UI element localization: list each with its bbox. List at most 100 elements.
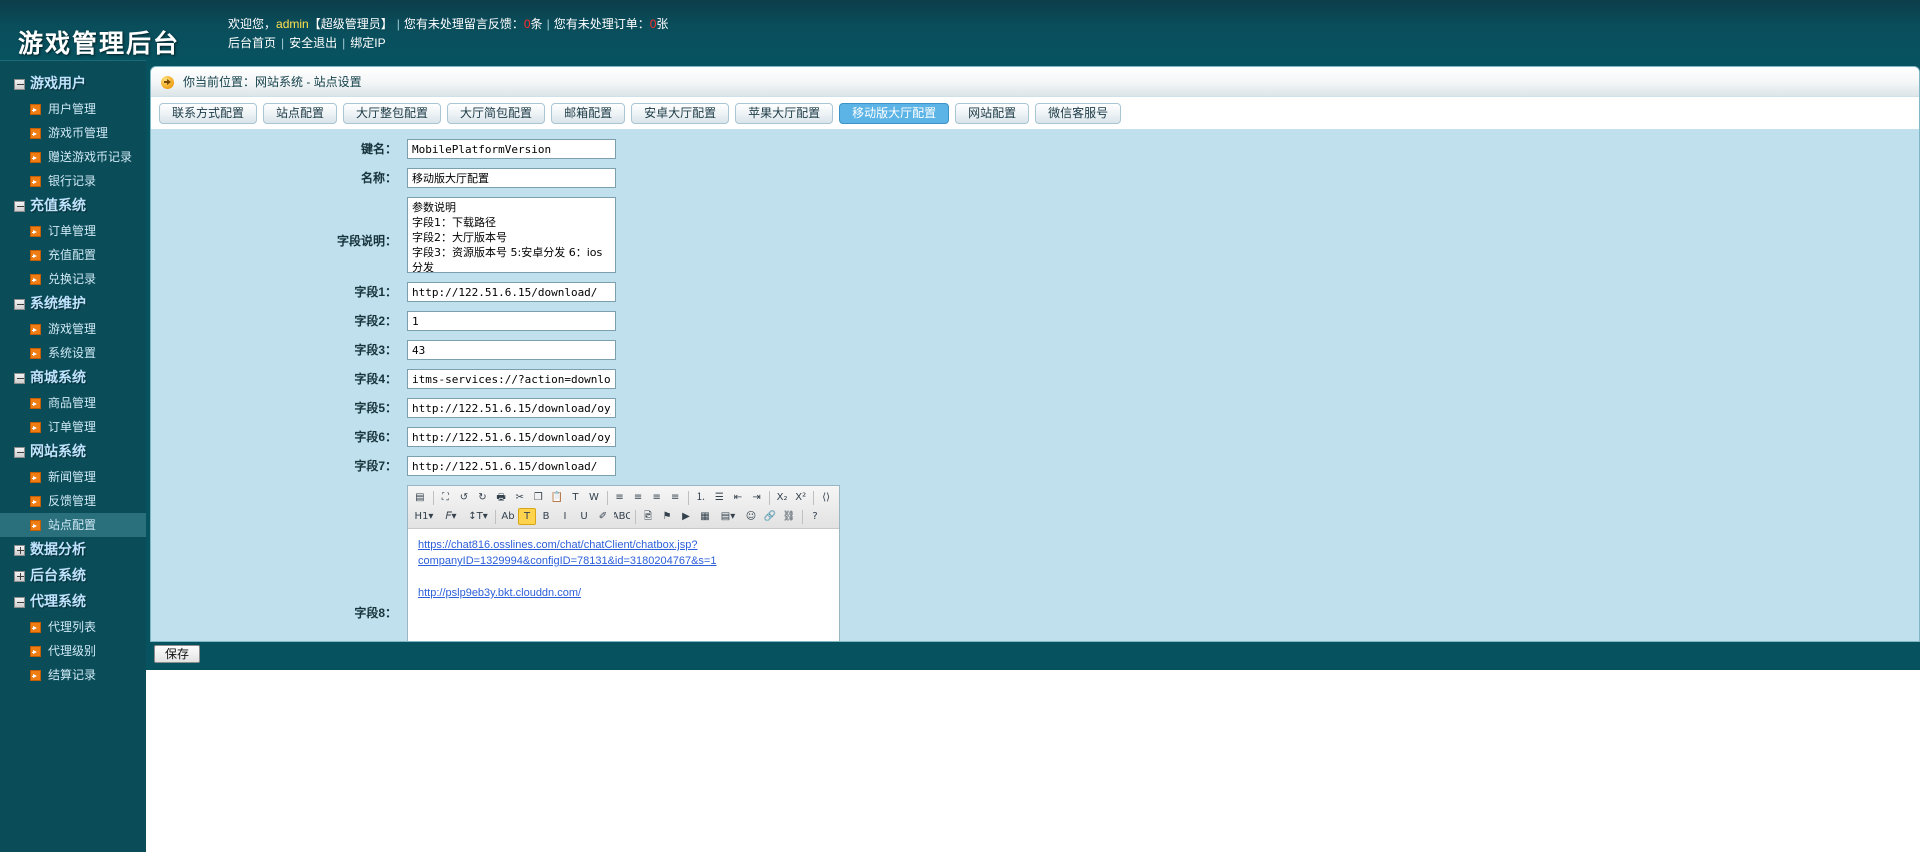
sidebar-item-1-2[interactable]: 兑换记录 xyxy=(0,267,146,291)
sidebar-item-1-0[interactable]: 订单管理 xyxy=(0,219,146,243)
emoticon-icon[interactable]: ☺ xyxy=(742,508,760,525)
field5-input[interactable] xyxy=(407,398,616,418)
tab-1[interactable]: 站点配置 xyxy=(263,103,338,124)
arrow-right-icon xyxy=(30,670,41,681)
editor-content-area[interactable]: https://chat816.osslines.com/chat/chatCl… xyxy=(408,529,839,641)
editor-link-chat-line1[interactable]: https://chat816.osslines.com/chat/chatCl… xyxy=(418,539,697,551)
sidebar-group-header-6[interactable]: 后台系统 xyxy=(0,563,146,589)
undo-icon[interactable]: ↺ xyxy=(455,489,473,506)
sidebar-group-header-5[interactable]: 数据分析 xyxy=(0,537,146,563)
subscript-icon[interactable]: X₂ xyxy=(773,489,791,506)
ordered-list-icon[interactable]: ⒈ xyxy=(692,489,710,506)
bind-ip-link[interactable]: 绑定IP xyxy=(350,36,385,50)
font-family-icon[interactable]: 𝐹▾ xyxy=(438,508,464,525)
sidebar-group-header-2[interactable]: 系统维护 xyxy=(0,291,146,317)
logout-link[interactable]: 安全退出 xyxy=(289,36,337,50)
sidebar-item-7-1[interactable]: 代理级别 xyxy=(0,639,146,663)
source-code-icon[interactable]: ⟨⟩ xyxy=(817,489,835,506)
copy-icon[interactable]: ❐ xyxy=(529,489,547,506)
editor-link-chat-line2[interactable]: companyID=1329994&configID=78131&id=3180… xyxy=(418,555,716,567)
bold-icon[interactable]: B xyxy=(537,508,555,525)
sidebar-group-header-0[interactable]: 游戏用户 xyxy=(0,71,146,97)
italic-icon[interactable]: I xyxy=(556,508,574,525)
cut-icon[interactable]: ✂ xyxy=(511,489,529,506)
paste-word-icon[interactable]: W xyxy=(585,489,603,506)
redo-icon[interactable]: ↻ xyxy=(474,489,492,506)
home-link[interactable]: 后台首页 xyxy=(228,36,276,50)
unordered-list-icon[interactable]: ☰ xyxy=(711,489,729,506)
link-icon[interactable]: 🔗 xyxy=(761,508,779,525)
sidebar-item-0-0[interactable]: 用户管理 xyxy=(0,97,146,121)
font-size-icon[interactable]: ↕T▾ xyxy=(465,508,491,525)
sidebar-item-7-2[interactable]: 结算记录 xyxy=(0,663,146,687)
field7-input[interactable] xyxy=(407,456,616,476)
arrow-right-icon xyxy=(30,226,41,237)
editor-link-cdn[interactable]: http://pslp9eb3y.bkt.clouddn.com/ xyxy=(418,587,581,599)
tab-3[interactable]: 大厅简包配置 xyxy=(447,103,546,124)
paste-text-icon[interactable]: T xyxy=(567,489,585,506)
underline-icon[interactable]: U xyxy=(575,508,593,525)
align-center-icon[interactable]: ≡ xyxy=(629,489,647,506)
align-left-icon[interactable]: ≡ xyxy=(611,489,629,506)
sidebar-item-2-0[interactable]: 游戏管理 xyxy=(0,317,146,341)
tab-2[interactable]: 大厅整包配置 xyxy=(343,103,442,124)
tab-9[interactable]: 微信客服号 xyxy=(1035,103,1122,124)
sidebar-item-1-1[interactable]: 充值配置 xyxy=(0,243,146,267)
sidebar-item-0-2[interactable]: 赠送游戏币记录 xyxy=(0,145,146,169)
indent-icon[interactable]: ⇥ xyxy=(748,489,766,506)
align-right-icon[interactable]: ≡ xyxy=(648,489,666,506)
paste-icon[interactable]: 📋 xyxy=(548,489,566,506)
name-input[interactable] xyxy=(407,168,616,188)
sidebar-item-3-1[interactable]: 订单管理 xyxy=(0,415,146,439)
description-textarea[interactable]: 参数说明 字段1：下载路径 字段2：大厅版本号 字段3：资源版本号 5:安卓分发… xyxy=(407,197,616,273)
insert-image-icon[interactable]: 🖻 xyxy=(639,508,657,525)
sidebar-group-6: 后台系统 xyxy=(0,563,146,589)
field3-input[interactable] xyxy=(407,340,616,360)
sidebar-item-4-2[interactable]: 站点配置 xyxy=(0,513,146,537)
insert-media-icon[interactable]: ▶ xyxy=(677,508,695,525)
sidebar-item-0-1[interactable]: 游戏币管理 xyxy=(0,121,146,145)
field1-input[interactable] xyxy=(407,282,616,302)
tab-8[interactable]: 网站配置 xyxy=(955,103,1030,124)
tab-6[interactable]: 苹果大厅配置 xyxy=(735,103,834,124)
tab-7[interactable]: 移动版大厅配置 xyxy=(839,103,950,124)
field4-input[interactable] xyxy=(407,369,616,389)
sidebar-item-7-0[interactable]: 代理列表 xyxy=(0,615,146,639)
field1-label: 字段1： xyxy=(354,285,397,299)
outdent-icon[interactable]: ⇤ xyxy=(729,489,747,506)
sidebar-item-0-3[interactable]: 银行记录 xyxy=(0,169,146,193)
insert-flash-icon[interactable]: ⚑ xyxy=(658,508,676,525)
content-panel: 你当前位置：网站系统 - 站点设置 联系方式配置 站点配置 大厅整包配置 大厅简包配置… xyxy=(150,66,1920,642)
paste-from-word-icon[interactable]: ▤ xyxy=(411,489,429,506)
text-color-icon[interactable]: Ab xyxy=(499,508,517,525)
tab-0[interactable]: 联系方式配置 xyxy=(159,103,258,124)
highlight-color-icon[interactable]: T xyxy=(518,508,536,525)
sidebar-group-header-7[interactable]: 代理系统 xyxy=(0,589,146,615)
field6-input[interactable] xyxy=(407,427,616,447)
sidebar-item-label: 代理级别 xyxy=(48,644,97,658)
superscript-icon[interactable]: X² xyxy=(792,489,810,506)
print-icon[interactable]: 🖶 xyxy=(492,489,510,506)
heading-select-icon[interactable]: H1▾ xyxy=(411,508,437,525)
sidebar-group-header-1[interactable]: 充值系统 xyxy=(0,193,146,219)
unlink-icon[interactable]: ⛓ xyxy=(780,508,798,525)
sidebar-item-3-0[interactable]: 商品管理 xyxy=(0,391,146,415)
spellcheck-icon[interactable]: ABC xyxy=(613,508,631,525)
insert-table-icon[interactable]: ▦ xyxy=(696,508,714,525)
sidebar-item-4-0[interactable]: 新闻管理 xyxy=(0,465,146,489)
save-button[interactable]: 保存 xyxy=(154,645,201,663)
sidebar-group-header-3[interactable]: 商城系统 xyxy=(0,365,146,391)
sidebar-group-header-4[interactable]: 网站系统 xyxy=(0,439,146,465)
tab-4[interactable]: 邮箱配置 xyxy=(551,103,626,124)
sidebar-item-4-1[interactable]: 反馈管理 xyxy=(0,489,146,513)
help-icon[interactable]: ? xyxy=(806,508,824,525)
field2-label: 字段2： xyxy=(354,314,397,328)
align-justify-icon[interactable]: ≡ xyxy=(666,489,684,506)
key-input[interactable] xyxy=(407,139,616,159)
field2-input[interactable] xyxy=(407,311,616,331)
tab-5[interactable]: 安卓大厅配置 xyxy=(631,103,730,124)
maximize-icon[interactable]: ⛶ xyxy=(437,489,455,506)
table-props-icon[interactable]: ▤▾ xyxy=(715,508,741,525)
sidebar-item-2-1[interactable]: 系统设置 xyxy=(0,341,146,365)
remove-format-icon[interactable]: ✐ xyxy=(594,508,612,525)
